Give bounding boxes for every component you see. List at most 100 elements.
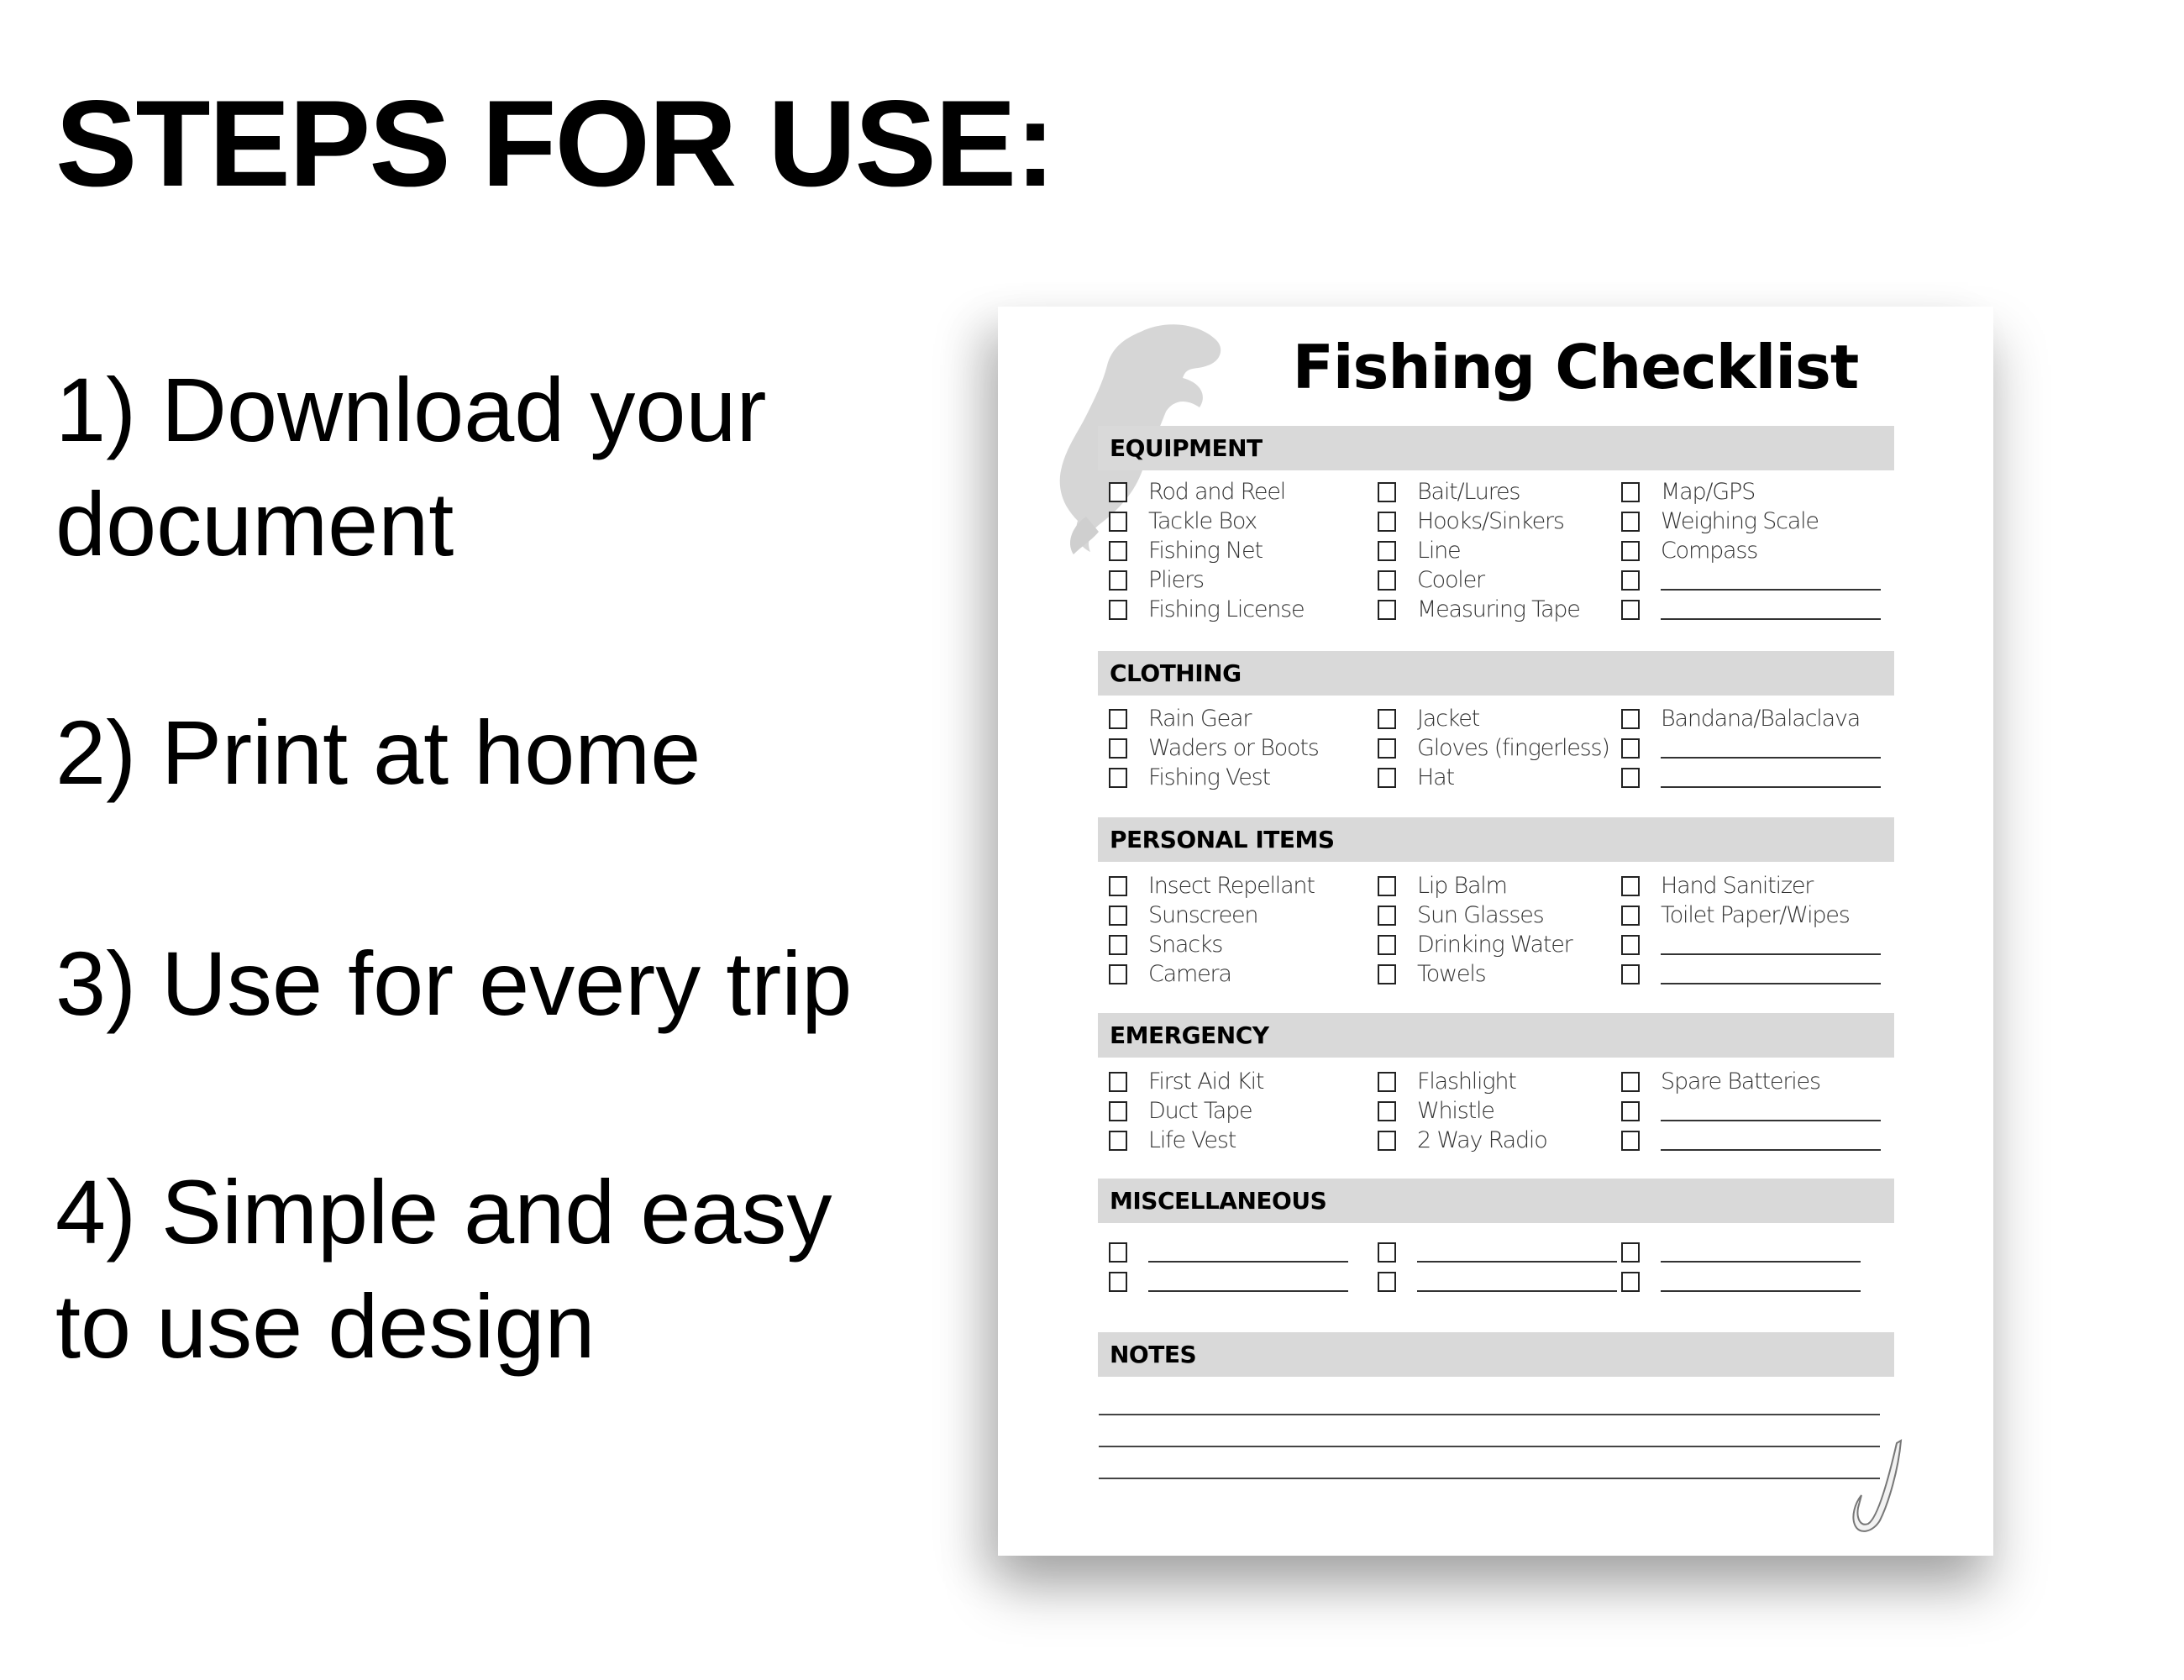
checkbox[interactable] [1109,708,1127,729]
checkbox[interactable] [1109,738,1127,759]
checkbox[interactable] [1109,511,1127,532]
checkbox[interactable] [1621,511,1640,532]
checklist-item: Bait/Lures [1378,477,1580,507]
notes-line[interactable] [1099,1446,1880,1447]
checkbox[interactable] [1378,934,1396,955]
blank-write-in-line[interactable] [1661,738,1881,759]
checkbox[interactable] [1621,905,1640,926]
section-personal-items: PERSONAL ITEMS [1098,817,1894,862]
checklist-item-label: Cooler [1417,567,1485,593]
checkbox[interactable] [1621,708,1640,729]
notes-line[interactable] [1099,1414,1880,1415]
checklist-item [1621,930,1881,959]
checkbox[interactable] [1378,767,1396,788]
checkbox[interactable] [1378,875,1396,896]
checklist-item-label: Bandana/Balaclava [1661,706,1861,732]
checklist-item [1109,1267,1348,1296]
checklist-item-label: Line [1417,538,1462,564]
checkbox[interactable] [1109,1242,1127,1263]
notes-line[interactable] [1099,1478,1880,1479]
checkbox[interactable] [1621,1100,1640,1121]
blank-write-in-line[interactable] [1661,570,1881,591]
checklist-paper: Fishing Checklist EQUIPMENT Rod and Reel… [998,307,1993,1556]
checklist-item: Drinking Water [1378,930,1573,959]
blank-write-in-line[interactable] [1661,1242,1861,1263]
checkbox[interactable] [1621,738,1640,759]
checkbox[interactable] [1621,767,1640,788]
checklist-item-label: Compass [1661,538,1758,564]
checklist-item-label: Snacks [1148,932,1223,958]
checkbox[interactable] [1378,738,1396,759]
blank-write-in-line[interactable] [1661,1131,1881,1151]
checkbox[interactable] [1621,963,1640,984]
checklist-item-label: Fishing Vest [1148,764,1271,790]
checkbox[interactable] [1378,963,1396,984]
checkbox[interactable] [1378,708,1396,729]
checklist-item-label: Fishing Net [1148,538,1263,564]
checkbox[interactable] [1378,1271,1396,1292]
checkbox[interactable] [1378,481,1396,502]
checkbox[interactable] [1621,875,1640,896]
blank-write-in-line[interactable] [1148,1242,1348,1263]
checkbox[interactable] [1109,1271,1127,1292]
step-2-line-1: 2) Print at home [55,701,701,803]
checkbox[interactable] [1621,1242,1640,1263]
checkbox[interactable] [1109,1071,1127,1092]
checklist-item-label: Measuring Tape [1417,596,1581,622]
checklist-item: Camera [1109,959,1315,989]
blank-write-in-line[interactable] [1661,1101,1881,1121]
checkbox[interactable] [1378,905,1396,926]
checkbox[interactable] [1621,570,1640,591]
checkbox[interactable] [1621,599,1640,620]
checklist-item: Whistle [1378,1096,1547,1126]
checklist-item [1621,959,1881,989]
checkbox[interactable] [1109,599,1127,620]
checkbox[interactable] [1621,934,1640,955]
checklist-item [1621,763,1881,792]
checklist-item: First Aid Kit [1109,1067,1264,1096]
checklist-item: 2 Way Radio [1378,1126,1548,1155]
blank-write-in-line[interactable] [1417,1272,1617,1292]
checkbox[interactable] [1378,1242,1396,1263]
checkbox[interactable] [1109,767,1127,788]
checkbox[interactable] [1109,1130,1127,1151]
blank-write-in-line[interactable] [1148,1272,1348,1292]
checkbox[interactable] [1378,540,1396,561]
blank-write-in-line[interactable] [1417,1242,1617,1263]
checkbox[interactable] [1378,1071,1396,1092]
checklist-item-label: Sunscreen [1148,902,1259,928]
blank-write-in-line[interactable] [1661,935,1881,955]
checkbox[interactable] [1109,481,1127,502]
checkbox[interactable] [1378,1130,1396,1151]
checkbox[interactable] [1621,481,1640,502]
checklist-item-label: Insect Repellant [1148,873,1315,899]
checkbox[interactable] [1109,875,1127,896]
blank-write-in-line[interactable] [1661,1272,1861,1292]
blank-write-in-line[interactable] [1661,600,1881,620]
checklist-item: Map/GPS [1621,477,1881,507]
checkbox[interactable] [1621,1071,1640,1092]
checkbox[interactable] [1109,1100,1127,1121]
fishing-hook-icon [1852,1439,1903,1532]
checkbox[interactable] [1109,540,1127,561]
checkbox[interactable] [1109,934,1127,955]
blank-write-in-line[interactable] [1661,964,1881,984]
checkbox[interactable] [1109,905,1127,926]
checkbox[interactable] [1109,570,1127,591]
checkbox[interactable] [1621,1271,1640,1292]
checkbox[interactable] [1378,1100,1396,1121]
section-equipment: EQUIPMENT [1098,426,1894,470]
checklist-item-label: Drinking Water [1417,932,1573,958]
checkbox[interactable] [1378,511,1396,532]
checklist-item [1378,1267,1617,1296]
checkbox[interactable] [1109,963,1127,984]
checkbox[interactable] [1621,1130,1640,1151]
checklist-item: Lip Balm [1378,871,1572,900]
checklist-item: Weighing Scale [1621,507,1881,536]
checkbox[interactable] [1378,599,1396,620]
blank-write-in-line[interactable] [1661,768,1881,788]
checkbox[interactable] [1621,540,1640,561]
checkbox[interactable] [1378,570,1396,591]
checklist-item-label: Duct Tape [1148,1098,1253,1124]
section-clothing: CLOTHING [1098,651,1894,696]
